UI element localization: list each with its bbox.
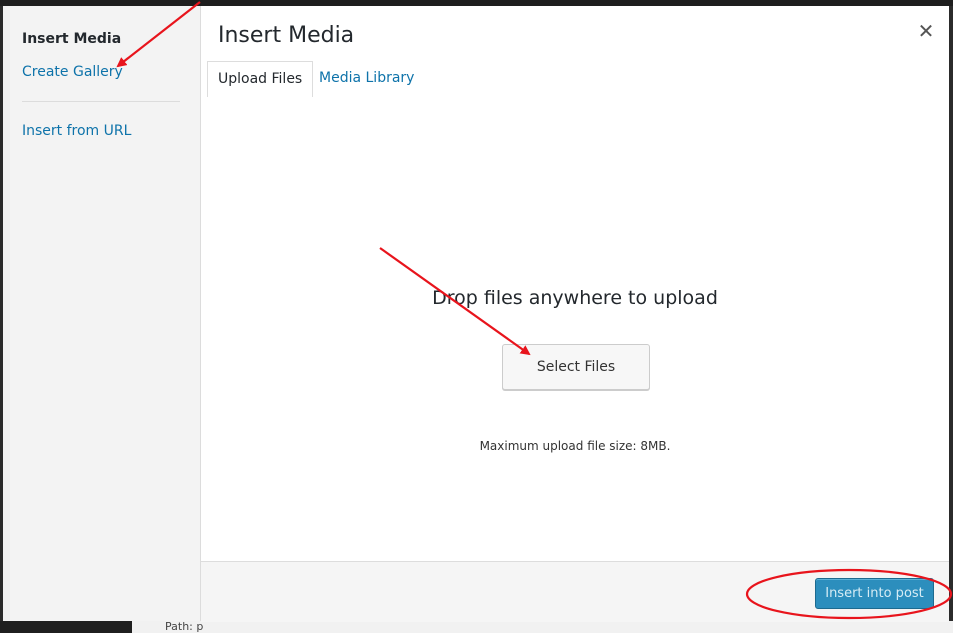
max-upload-size-text: Maximum upload file size: 8MB. <box>479 439 671 453</box>
insert-media-modal: Insert Media Create Gallery Insert from … <box>3 6 949 622</box>
menu-item-create-gallery[interactable]: Create Gallery <box>22 64 123 80</box>
menu-separator <box>22 101 180 102</box>
menu-item-insert-from-url[interactable]: Insert from URL <box>22 123 131 139</box>
background-path-label: Path: p <box>165 620 204 633</box>
media-toolbar: Insert into post <box>201 561 949 622</box>
tab-bar: Upload Files Media Library <box>201 58 949 98</box>
close-icon[interactable]: ✕ <box>913 18 939 44</box>
select-files-button[interactable]: Select Files <box>502 344 650 390</box>
background-editor-area <box>132 621 953 633</box>
page-title: Insert Media <box>218 23 355 48</box>
media-menu: Insert Media Create Gallery Insert from … <box>3 6 201 621</box>
upload-drop-zone[interactable]: Drop files anywhere to upload Select Fil… <box>201 97 949 561</box>
menu-title: Insert Media <box>22 31 122 47</box>
tab-media-library[interactable]: Media Library <box>309 61 424 96</box>
tab-upload-files[interactable]: Upload Files <box>207 61 314 98</box>
drop-files-text: Drop files anywhere to upload <box>432 287 718 309</box>
insert-into-post-button[interactable]: Insert into post <box>815 578 934 609</box>
